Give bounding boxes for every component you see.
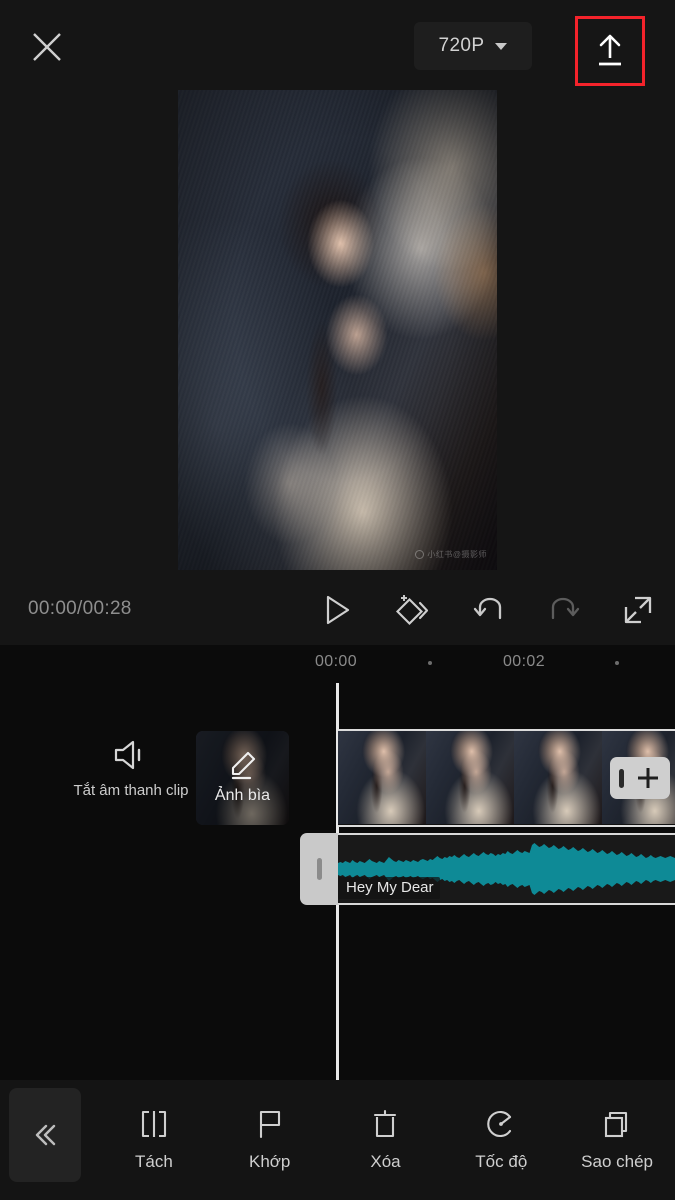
mute-clip-audio-label: Tắt âm thanh clip: [73, 782, 189, 799]
undo-icon: [473, 597, 502, 620]
drag-grip-icon: [316, 858, 322, 880]
time-readout: 00:00/00:28: [28, 598, 132, 619]
watermark-logo-icon: [415, 550, 425, 559]
tool-list: Tách Khớp Xóa Tốc độ Sao chép: [96, 1080, 675, 1200]
add-keyframe-button[interactable]: [389, 586, 437, 634]
split-icon: [138, 1108, 170, 1140]
add-keyframe-icon: [395, 595, 429, 626]
tool-split[interactable]: Tách: [96, 1108, 212, 1172]
tool-delete-label: Xóa: [370, 1152, 401, 1171]
plus-icon: [637, 768, 658, 788]
video-frame-thumbnail: [338, 731, 426, 824]
export-button[interactable]: [575, 16, 645, 86]
copy-duplicate-icon: [601, 1108, 633, 1140]
redo-button[interactable]: [539, 586, 587, 634]
audio-clip-body[interactable]: Hey My Dear: [338, 833, 675, 905]
timeline-ruler[interactable]: 00:00 00:02: [0, 653, 675, 683]
trash-delete-icon: [369, 1108, 401, 1140]
cover-image-label: Ảnh bìa: [214, 787, 271, 804]
tool-copy[interactable]: Sao chép: [559, 1108, 675, 1172]
fullscreen-button[interactable]: [614, 586, 662, 634]
ruler-tick-dot: [428, 661, 432, 665]
playback-bar: 00:00/00:28: [0, 578, 675, 642]
close-icon[interactable]: [22, 22, 72, 72]
cover-image-button[interactable]: Ảnh bìa: [196, 731, 289, 825]
preview-photo-vignette: [178, 90, 497, 570]
speedometer-icon: [485, 1108, 517, 1140]
ruler-tick-label: 00:00: [314, 653, 358, 670]
video-frame-thumbnail: [514, 731, 602, 824]
tool-speed-label: Tốc độ: [475, 1152, 528, 1171]
bottom-toolbar: Tách Khớp Xóa Tốc độ Sao chép: [0, 1080, 675, 1200]
tool-speed[interactable]: Tốc độ: [443, 1108, 559, 1172]
add-clip-divider: [618, 768, 624, 788]
undo-button[interactable]: [466, 586, 514, 634]
speaker-mute-icon: [72, 738, 190, 772]
tool-split-label: Tách: [135, 1152, 173, 1171]
tool-copy-label: Sao chép: [581, 1152, 653, 1171]
top-bar: 720P: [0, 0, 675, 90]
redo-icon: [551, 597, 580, 620]
watermark: 小红书@摄影师: [415, 549, 487, 560]
play-button[interactable]: [313, 586, 361, 634]
chevron-down-icon: [495, 42, 508, 50]
ruler-tick-label: 00:02: [502, 653, 546, 670]
audio-track-clip[interactable]: Hey My Dear: [300, 833, 675, 905]
collapse-toolbar-button[interactable]: [9, 1088, 81, 1182]
add-clip-button[interactable]: [610, 757, 670, 799]
fullscreen-icon: [624, 596, 652, 624]
flag-match-icon: [254, 1108, 286, 1140]
chevron-double-left-icon: [35, 1124, 56, 1146]
resolution-label: 720P: [438, 35, 485, 56]
export-upload-icon: [599, 34, 621, 66]
video-editor-screen: 720P 小红书@摄影师 00:00/00:28 00:00 00:02 Tắt…: [0, 0, 675, 1200]
resolution-selector[interactable]: 720P: [414, 22, 532, 70]
tool-match-label: Khớp: [248, 1152, 291, 1171]
preview-section: 720P 小红书@摄影师 00:00/00:28: [0, 0, 675, 645]
audio-clip-left-handle[interactable]: [300, 833, 338, 905]
watermark-text: 小红书@摄影师: [427, 550, 487, 559]
video-preview[interactable]: 小红书@摄影师: [178, 90, 497, 570]
video-frame-thumbnail: [426, 731, 514, 824]
audio-clip-name: Hey My Dear: [338, 877, 440, 899]
play-icon: [326, 595, 350, 625]
ruler-tick-dot: [615, 661, 619, 665]
tool-delete[interactable]: Xóa: [328, 1108, 444, 1172]
pencil-edit-icon: [231, 751, 255, 780]
tool-match[interactable]: Khớp: [212, 1108, 328, 1172]
mute-clip-audio-button[interactable]: Tắt âm thanh clip: [72, 738, 190, 801]
